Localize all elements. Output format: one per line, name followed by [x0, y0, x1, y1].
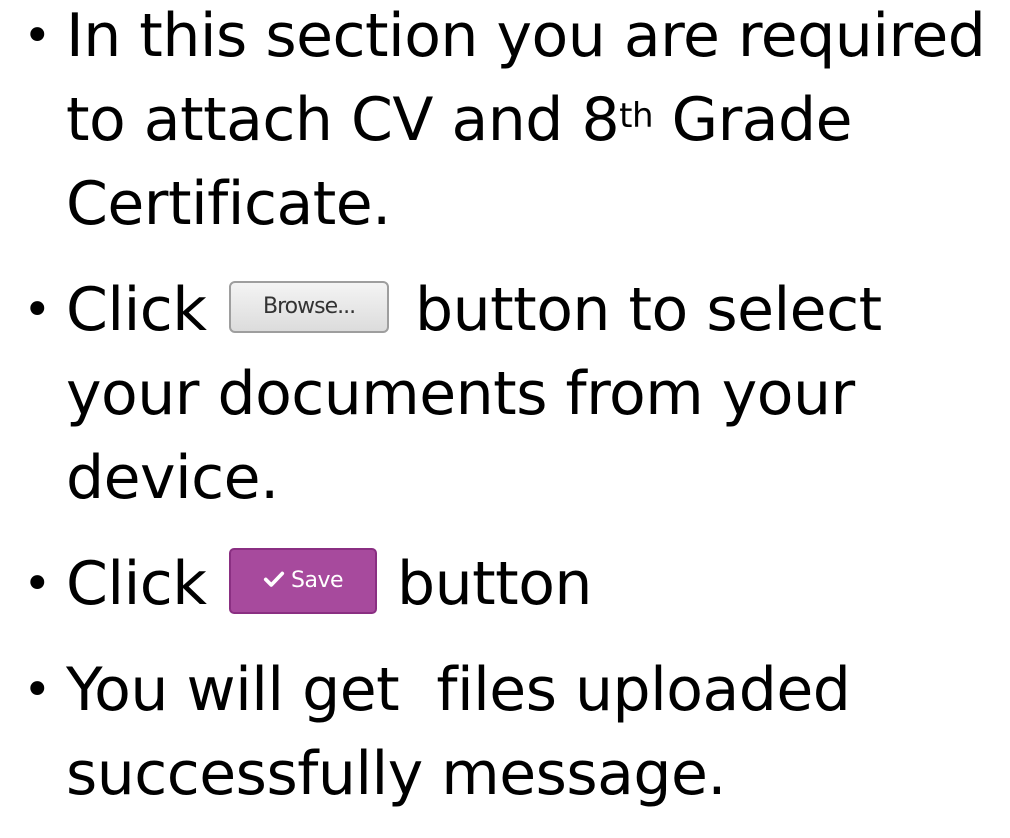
bullet-dot: • [23, 662, 51, 718]
bullet-dot: • [23, 556, 51, 612]
bullet-text: You will get files uploaded successfully… [66, 655, 869, 809]
browse-button[interactable]: Browse... [229, 281, 390, 334]
bullet-text: Click [66, 275, 207, 345]
bullet-dot: • [23, 8, 51, 64]
bullet-item-attach-documents: • In this section you are required to at… [22, 0, 1002, 246]
instruction-list: • In this section you are required to at… [22, 0, 1002, 838]
bullet-text: Click [66, 549, 207, 619]
check-icon [263, 572, 285, 588]
ordinal-superscript: th [619, 96, 654, 136]
slide: • In this section you are required to at… [0, 0, 1010, 809]
bullet-item-browse: • Click Browse... button to select your d… [22, 268, 1002, 520]
save-button[interactable]: Save [229, 548, 378, 615]
bullet-text-continued: button [397, 549, 592, 619]
bullet-item-success-message: • You will get files uploaded successful… [22, 648, 1002, 816]
bullet-item-save: • Click Save button [22, 542, 1002, 626]
save-button-label: Save [291, 568, 344, 594]
bullet-dot: • [23, 282, 51, 338]
